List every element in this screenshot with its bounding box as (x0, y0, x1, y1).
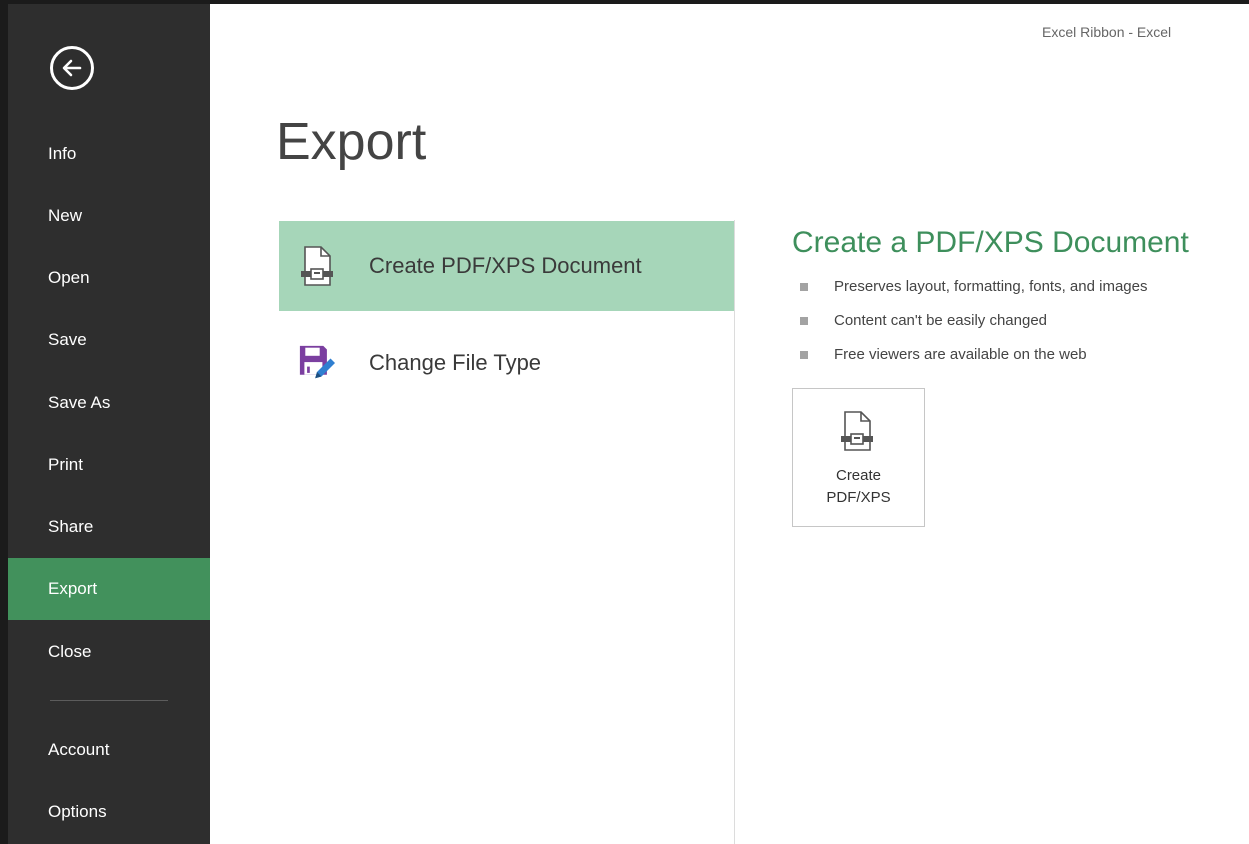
pdf-document-icon (301, 246, 333, 286)
option-change-file-type[interactable]: Change File Type (279, 318, 734, 408)
back-button[interactable] (50, 46, 94, 90)
feature-list: Preserves layout, formatting, fonts, and… (798, 276, 1147, 378)
change-file-type-icon (299, 345, 335, 379)
nav-open[interactable]: Open (8, 247, 210, 309)
detail-title: Create a PDF/XPS Document (792, 226, 1189, 259)
list-item: Free viewers are available on the web (798, 344, 1147, 378)
nav-close[interactable]: Close (8, 621, 210, 683)
pdf-document-icon (841, 411, 873, 451)
window-title: Excel Ribbon - Excel (1042, 24, 1172, 40)
nav-save-as[interactable]: Save As (8, 372, 210, 434)
option-label: Change File Type (369, 350, 542, 375)
option-label: Create PDF/XPS Document (369, 253, 642, 278)
nav-new[interactable]: New (8, 185, 210, 247)
option-create-pdf-xps[interactable]: Create PDF/XPS Document (279, 221, 734, 311)
pane-divider (734, 220, 735, 844)
list-item: Preserves layout, formatting, fonts, and… (798, 276, 1147, 310)
nav-share[interactable]: Share (8, 496, 210, 558)
page-title: Export (276, 113, 427, 171)
nav-save[interactable]: Save (8, 309, 210, 371)
backstage-sidebar: Info New Open Save Save As Print Share E… (8, 4, 210, 844)
nav-account[interactable]: Account (8, 719, 210, 781)
list-item: Content can't be easily changed (798, 310, 1147, 344)
nav-print[interactable]: Print (8, 434, 210, 496)
button-label: Create PDF/XPS (826, 467, 891, 506)
nav-separator (50, 700, 168, 701)
window-frame-left (0, 0, 8, 844)
bullet-square-icon (800, 351, 808, 359)
back-arrow-circle-icon (62, 59, 82, 77)
create-pdf-xps-button[interactable]: Create PDF/XPS (792, 388, 925, 527)
nav-info[interactable]: Info (8, 123, 210, 185)
bullet-square-icon (800, 317, 808, 325)
bullet-square-icon (800, 283, 808, 291)
nav-export[interactable]: Export (8, 558, 210, 620)
nav-options[interactable]: Options (8, 781, 210, 843)
